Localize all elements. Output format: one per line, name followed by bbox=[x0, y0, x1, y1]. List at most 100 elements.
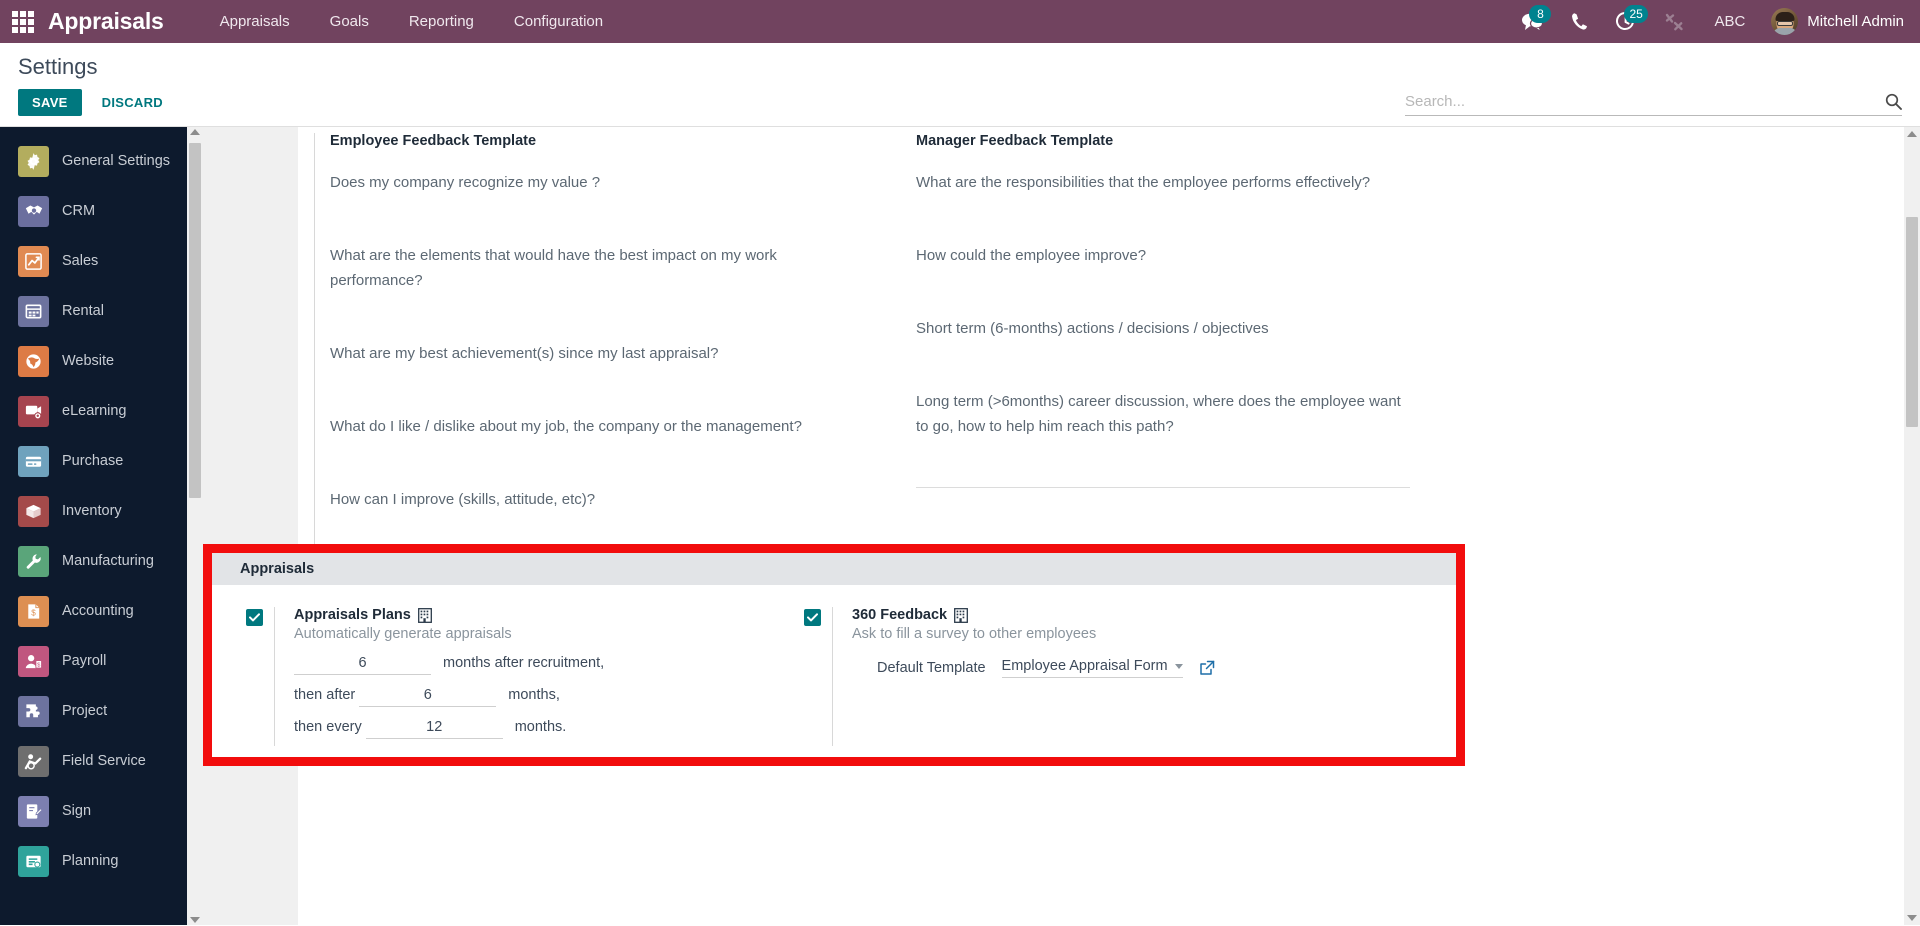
sidebar-item-planning[interactable]: Planning bbox=[0, 836, 203, 886]
discard-button[interactable]: DISCARD bbox=[90, 89, 175, 116]
feedback-360-description: Ask to fill a survey to other employees bbox=[852, 626, 1097, 642]
manager-question: Long term (>6months) career discussion, … bbox=[916, 393, 1401, 435]
then-every-months-input[interactable] bbox=[365, 719, 503, 739]
field-service-icon bbox=[18, 745, 49, 777]
box-icon bbox=[18, 495, 49, 527]
settings-content: Employee Feedback Template Does my compa… bbox=[203, 127, 1920, 925]
scroll-up-arrow-icon[interactable] bbox=[190, 129, 200, 135]
control-panel: Settings SAVE DISCARD bbox=[0, 43, 1920, 127]
wrench-icon[interactable] bbox=[1650, 0, 1698, 43]
search-icon[interactable] bbox=[1885, 93, 1902, 110]
appraisals-plans-description: Automatically generate appraisals bbox=[294, 626, 512, 642]
user-name: Mitchell Admin bbox=[1807, 13, 1904, 30]
sidebar-label: Sales bbox=[62, 253, 99, 269]
company-switcher[interactable]: ABC bbox=[1698, 13, 1761, 30]
sidebar-label: Manufacturing bbox=[62, 553, 154, 569]
employee-question: Does my company recognize my value ? bbox=[330, 174, 601, 191]
employee-question: What are the elements that would have th… bbox=[330, 247, 777, 289]
sidebar-item-rental[interactable]: Rental bbox=[0, 286, 203, 336]
appraisals-plan-row-then-every: then every months. bbox=[294, 714, 792, 741]
messages-badge: 8 bbox=[1529, 5, 1552, 23]
sidebar-scrollbar[interactable] bbox=[187, 127, 203, 925]
appraisals-settings-panel: Appraisals Appraisals Plans Automaticall… bbox=[203, 544, 1465, 766]
employee-question: What do I like / dislike about my job, t… bbox=[330, 418, 802, 435]
sidebar-item-general-settings[interactable]: General Settings bbox=[0, 136, 203, 186]
appraisals-plans-checkbox[interactable] bbox=[245, 609, 263, 626]
settings-scroll-area: Employee Feedback Template Does my compa… bbox=[203, 127, 1920, 925]
content-scrollbar[interactable] bbox=[1904, 127, 1920, 925]
puzzle-icon bbox=[18, 695, 49, 727]
content-scroll-up-icon[interactable] bbox=[1907, 131, 1917, 137]
employee-question: What are my best achievement(s) since my… bbox=[330, 345, 719, 362]
save-button[interactable]: SAVE bbox=[18, 89, 82, 116]
appraisals-plans-checkbox-wrap bbox=[234, 607, 274, 746]
messages-icon[interactable]: 8 bbox=[1507, 0, 1557, 43]
sidebar-item-project[interactable]: Project bbox=[0, 686, 203, 736]
menu-item-reporting[interactable]: Reporting bbox=[389, 0, 494, 43]
sidebar-label: Purchase bbox=[62, 453, 124, 469]
feedback-360-text: 360 Feedback Ask to fill a survey to oth… bbox=[832, 607, 1372, 746]
menu-item-goals[interactable]: Goals bbox=[310, 0, 389, 43]
user-menu[interactable]: Mitchell Admin bbox=[1761, 8, 1904, 35]
search-input[interactable] bbox=[1405, 93, 1885, 110]
feedback-360-checkbox[interactable] bbox=[803, 609, 821, 626]
main-menu: Appraisals Goals Reporting Configuration bbox=[200, 0, 624, 43]
feedback-360-title: 360 Feedback bbox=[852, 607, 948, 623]
sidebar-item-website[interactable]: Website bbox=[0, 336, 203, 386]
scroll-down-arrow-icon[interactable] bbox=[190, 917, 200, 923]
sidebar-item-sales[interactable]: Sales bbox=[0, 236, 203, 286]
sidebar-item-sign[interactable]: Sign bbox=[0, 786, 203, 836]
card-icon bbox=[18, 445, 49, 477]
appraisals-plans-title-row: Appraisals Plans bbox=[294, 607, 792, 623]
handshake-icon bbox=[18, 195, 49, 227]
appraisals-plans-text: Appraisals Plans Automatically generate … bbox=[274, 607, 792, 746]
apps-grid-icon[interactable] bbox=[10, 9, 36, 35]
activity-badge: 25 bbox=[1624, 5, 1648, 23]
manager-question: How could the employee improve? bbox=[916, 247, 1147, 264]
sidebar-item-elearning[interactable]: eLearning bbox=[0, 386, 203, 436]
sidebar-item-crm[interactable]: CRM bbox=[0, 186, 203, 236]
sidebar-item-inventory[interactable]: Inventory bbox=[0, 486, 203, 536]
setting-appraisals-plans: Appraisals Plans Automatically generate … bbox=[212, 607, 792, 746]
months-after-recruitment-input[interactable] bbox=[294, 655, 431, 675]
building-icon[interactable] bbox=[417, 607, 432, 623]
payroll-icon: $ bbox=[18, 645, 49, 677]
sign-icon bbox=[18, 795, 49, 827]
page-title: Settings bbox=[18, 54, 98, 79]
sidebar-item-accounting[interactable]: $ Accounting bbox=[0, 586, 203, 636]
sidebar-label: Sign bbox=[62, 803, 92, 819]
activity-clock-icon[interactable]: 25 bbox=[1602, 0, 1650, 43]
phone-icon[interactable] bbox=[1557, 0, 1602, 43]
sidebar-label: Planning bbox=[62, 853, 119, 869]
manager-question: What are the responsibilities that the e… bbox=[916, 174, 1371, 191]
content-scroll-down-icon[interactable] bbox=[1907, 915, 1917, 921]
default-template-row: Default Template Employee Appraisal Form bbox=[852, 658, 1372, 678]
appraisals-plans-title: Appraisals Plans bbox=[294, 607, 411, 623]
default-template-select[interactable]: Employee Appraisal Form bbox=[1001, 658, 1183, 678]
sidebar-item-purchase[interactable]: Purchase bbox=[0, 436, 203, 486]
sidebar-label: eLearning bbox=[62, 403, 127, 419]
then-after-months-input[interactable] bbox=[359, 687, 497, 707]
sidebar-item-payroll[interactable]: $ Payroll bbox=[0, 636, 203, 686]
row-prefix: then every bbox=[294, 719, 362, 735]
wrench-green-icon bbox=[18, 545, 49, 577]
chevron-down-icon bbox=[1174, 663, 1183, 669]
sidebar-item-manufacturing[interactable]: Manufacturing bbox=[0, 536, 203, 586]
content-scroll-thumb[interactable] bbox=[1906, 217, 1918, 427]
appraisals-plan-row-then-after: then after months, bbox=[294, 682, 792, 709]
building-icon[interactable] bbox=[954, 607, 969, 623]
default-template-value: Employee Appraisal Form bbox=[1001, 658, 1168, 674]
external-link-icon[interactable] bbox=[1199, 660, 1215, 676]
sidebar-label: Website bbox=[62, 353, 115, 369]
sidebar-item-field-service[interactable]: Field Service bbox=[0, 736, 203, 786]
menu-item-appraisals[interactable]: Appraisals bbox=[200, 0, 310, 43]
sidebar-scroll-thumb[interactable] bbox=[189, 143, 201, 498]
elearning-icon bbox=[18, 395, 49, 427]
sidebar-label: Project bbox=[62, 703, 108, 719]
globe-icon bbox=[18, 345, 49, 377]
menu-item-configuration[interactable]: Configuration bbox=[494, 0, 623, 43]
row-prefix: then after bbox=[294, 687, 356, 703]
feedback-360-checkbox-wrap bbox=[792, 607, 832, 746]
app-brand-title[interactable]: Appraisals bbox=[48, 8, 164, 35]
manager-template-divider bbox=[916, 487, 1410, 488]
